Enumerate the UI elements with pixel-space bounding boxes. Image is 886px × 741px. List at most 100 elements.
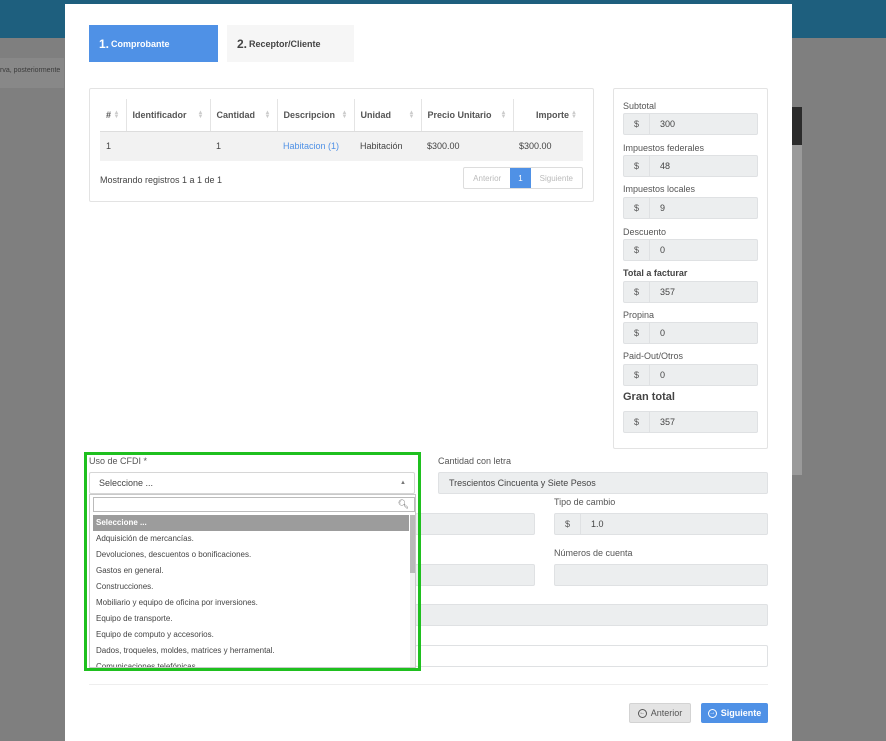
sort-icon: ▲ ▼ xyxy=(341,110,348,120)
step-receptor-cliente[interactable]: 2. Receptor/Cliente xyxy=(227,25,354,62)
caret-up-icon: ▲ xyxy=(400,480,406,486)
sort-icon: ▲ ▼ xyxy=(408,110,415,120)
concepts-table: # ▲ ▼ Identificador ▲ ▼ Cantidad ▲ ▼ Descripci… xyxy=(100,99,583,161)
hidden-field-3[interactable] xyxy=(415,604,768,626)
impuestos-locales-value: 9 xyxy=(660,203,666,213)
background-text: rva, posteriormente xyxy=(0,67,61,74)
option-comunicaciones[interactable]: Comunicaciones telefónicas. xyxy=(93,659,409,667)
cell-descripcion-link[interactable]: Habitacion (1) xyxy=(277,131,354,161)
cell-number: 1 xyxy=(100,131,126,161)
impuestos-locales-field[interactable]: $9 xyxy=(623,197,758,219)
cantidad-letra-value: Trescientos Cincuenta y Siete Pesos xyxy=(449,478,596,488)
invoice-modal: 1. Comprobante 2. Receptor/Cliente # ▲ ▼ I… xyxy=(65,4,792,741)
currency-addon: $ xyxy=(624,412,650,432)
option-seleccione[interactable]: Seleccione ... xyxy=(93,515,409,531)
step-comprobante[interactable]: 1. Comprobante xyxy=(89,25,218,62)
cell-identificador xyxy=(126,131,210,161)
step-label: Comprobante xyxy=(111,38,170,49)
step-number: 1. xyxy=(99,36,110,51)
cantidad-letra-label: Cantidad con letra xyxy=(438,456,512,466)
subtotal-value: 300 xyxy=(660,119,676,129)
gran-total-field[interactable]: $357 xyxy=(623,411,758,433)
subtotal-field[interactable]: $300 xyxy=(623,113,758,135)
hidden-field-2[interactable] xyxy=(415,564,535,586)
numeros-cuenta-field[interactable] xyxy=(554,564,768,586)
background-panel-edge-light xyxy=(792,145,802,475)
impuestos-federales-label: Impuestos federales xyxy=(623,143,705,153)
total-facturar-field[interactable]: $357 xyxy=(623,281,758,303)
column-header-unidad[interactable]: Unidad ▲ ▼ xyxy=(354,99,422,132)
impuestos-federales-field[interactable]: $48 xyxy=(623,155,758,177)
paid-out-label: Paid-Out/Otros xyxy=(623,351,684,361)
cantidad-letra-field[interactable]: Trescientos Cincuenta y Siete Pesos xyxy=(438,472,768,494)
dropdown-options: Seleccione ... Adquisición de mercancías… xyxy=(93,515,409,667)
siguiente-button[interactable]: → Siguiente xyxy=(701,703,768,723)
column-header-importe[interactable]: Importe ▲ ▼ xyxy=(513,99,583,132)
sort-icon: ▲ ▼ xyxy=(113,110,120,120)
option-gastos-general[interactable]: Gastos en general. xyxy=(93,563,409,579)
column-header-descripcion[interactable]: Descripcion ▲ ▼ xyxy=(277,99,355,132)
paid-out-field[interactable]: $0 xyxy=(623,364,758,386)
numeros-cuenta-label: Números de cuenta xyxy=(554,548,633,558)
impuestos-locales-label: Impuestos locales xyxy=(623,184,696,194)
step-number: 2. xyxy=(237,36,248,51)
hidden-field-4[interactable] xyxy=(415,645,768,667)
footer-divider xyxy=(89,684,768,685)
hidden-field-1[interactable] xyxy=(415,513,535,535)
column-header-identificador[interactable]: Identificador ▲ ▼ xyxy=(126,99,211,132)
sort-icon: ▲ ▼ xyxy=(500,110,507,120)
propina-field[interactable]: $0 xyxy=(623,322,758,344)
dropdown-scrollbar[interactable] xyxy=(410,515,415,667)
total-facturar-value: 357 xyxy=(660,287,676,297)
currency-addon: $ xyxy=(624,323,650,343)
table-header-row: # ▲ ▼ Identificador ▲ ▼ Cantidad ▲ ▼ Descripci… xyxy=(100,99,583,132)
gran-total-label: Gran total xyxy=(623,391,675,403)
currency-addon: $ xyxy=(555,514,581,534)
uso-cfdi-select[interactable]: Seleccione ... ▲ xyxy=(89,472,415,494)
anterior-label: Anterior xyxy=(650,708,683,718)
subtotal-label: Subtotal xyxy=(623,101,657,111)
arrow-right-icon: → xyxy=(707,708,717,718)
totals-panel: Subtotal $300 Impuestos federales $48 Im… xyxy=(613,88,768,449)
background-panel-edge xyxy=(792,107,802,145)
descuento-field[interactable]: $0 xyxy=(623,239,758,261)
uso-cfdi-selected: Seleccione ... xyxy=(99,478,154,488)
table-pager: Anterior 1 Siguiente xyxy=(463,167,583,189)
sort-icon: ▲ ▼ xyxy=(264,110,271,120)
option-equipo-computo[interactable]: Equipo de computo y accesorios. xyxy=(93,627,409,643)
currency-addon: $ xyxy=(624,240,650,260)
currency-addon: $ xyxy=(624,198,650,218)
total-facturar-label: Total a facturar xyxy=(623,268,688,278)
option-adquisicion-mercancias[interactable]: Adquisición de mercancías. xyxy=(93,531,409,547)
scrollbar-thumb[interactable] xyxy=(410,515,415,573)
descuento-label: Descuento xyxy=(623,227,667,237)
tipo-cambio-value: 1.0 xyxy=(591,519,604,529)
arrow-left-icon: ← xyxy=(637,708,647,718)
column-header-cantidad[interactable]: Cantidad ▲ ▼ xyxy=(210,99,278,132)
currency-addon: $ xyxy=(624,282,650,302)
pager-page-button[interactable]: 1 xyxy=(510,168,531,188)
option-mobiliario[interactable]: Mobiliario y equipo de oficina por inver… xyxy=(93,595,409,611)
uso-cfdi-label: Uso de CFDI * xyxy=(89,456,148,466)
option-dados-troqueles[interactable]: Dados, troqueles, moldes, matrices y her… xyxy=(93,643,409,659)
cell-unidad: Habitación xyxy=(354,131,421,161)
anterior-button[interactable]: ← Anterior xyxy=(629,703,691,723)
table-info: Mostrando registros 1 a 1 de 1 xyxy=(100,175,223,185)
option-devoluciones[interactable]: Devoluciones, descuentos o bonificacione… xyxy=(93,547,409,563)
table-row[interactable]: 1 1 Habitacion (1) Habitación $300.00 $3… xyxy=(100,131,583,161)
dropdown-search-input[interactable] xyxy=(93,497,415,512)
column-header-number[interactable]: # ▲ ▼ xyxy=(100,99,127,132)
cell-precio-unitario: $300.00 xyxy=(421,131,513,161)
option-equipo-transporte[interactable]: Equipo de transporte. xyxy=(93,611,409,627)
tipo-cambio-field[interactable]: $1.0 xyxy=(554,513,768,535)
impuestos-federales-value: 48 xyxy=(660,161,671,171)
propina-label: Propina xyxy=(623,310,655,320)
option-construcciones[interactable]: Construcciones. xyxy=(93,579,409,595)
pager-next-button[interactable]: Siguiente xyxy=(531,168,582,188)
descuento-value: 0 xyxy=(660,245,666,255)
search-icon: 🔍︎ xyxy=(397,499,409,509)
siguiente-label: Siguiente xyxy=(720,708,762,718)
column-header-precio-unitario[interactable]: Precio Unitario ▲ ▼ xyxy=(421,99,514,132)
cell-cantidad: 1 xyxy=(210,131,277,161)
pager-prev-button[interactable]: Anterior xyxy=(464,168,510,188)
